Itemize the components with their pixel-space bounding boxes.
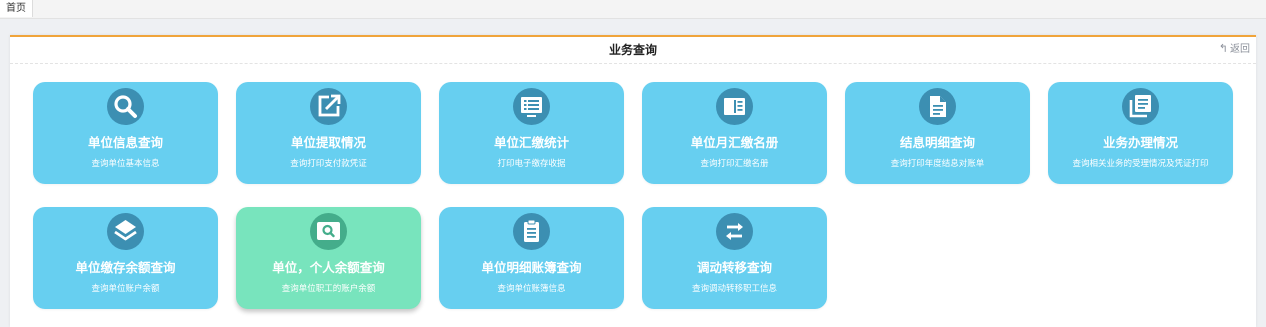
tile-title: 业务办理情况 — [1102, 135, 1178, 150]
search-icon — [107, 88, 144, 125]
tile-title: 单位月汇缴名册 — [690, 135, 779, 150]
tile-unit-withdrawal[interactable]: 单位提取情况 查询打印支付款凭证 — [236, 82, 421, 184]
panel-header: 业务查询 ↰ 返回 — [10, 37, 1256, 64]
tile-title: 单位，个人余额查询 — [272, 260, 385, 275]
book-icon — [716, 88, 753, 125]
tile-ledger-detail[interactable]: 单位明细账簿查询 查询单位账簿信息 — [439, 207, 624, 309]
document-icon — [919, 88, 956, 125]
tile-personal-balance[interactable]: 单位，个人余额查询 查询单位职工的账户余额 — [236, 207, 421, 309]
tile-subtitle: 查询调动转移职工信息 — [691, 284, 777, 294]
tile-unit-deposit-balance[interactable]: 单位缴存余额查询 查询单位账户余额 — [33, 207, 218, 309]
tile-subtitle: 查询单位账户余额 — [91, 284, 160, 294]
edit-external-icon — [310, 88, 347, 125]
tile-subtitle: 查询打印支付款凭证 — [290, 159, 367, 169]
tile-subtitle: 查询打印汇缴名册 — [700, 159, 769, 169]
back-button[interactable]: ↰ 返回 — [1219, 42, 1250, 56]
layers-icon — [107, 213, 144, 250]
tile-title: 调动转移查询 — [696, 260, 772, 275]
monitor-list-icon — [513, 88, 550, 125]
tab-bar: 首页 — [0, 0, 1266, 19]
image-search-icon — [310, 213, 347, 250]
tile-interest-detail[interactable]: 结息明细查询 查询打印年度结息对账单 — [845, 82, 1030, 184]
tile-monthly-roster[interactable]: 单位月汇缴名册 查询打印汇缴名册 — [642, 82, 827, 184]
tile-transfer-query[interactable]: 调动转移查询 查询调动转移职工信息 — [642, 207, 827, 309]
tile-subtitle: 打印电子缴存收据 — [497, 159, 566, 169]
tile-title: 单位信息查询 — [87, 135, 163, 150]
stacked-docs-icon — [1122, 88, 1159, 125]
tile-title: 单位提取情况 — [290, 135, 366, 150]
tile-subtitle: 查询单位职工的账户余额 — [281, 284, 376, 294]
back-label: 返回 — [1230, 44, 1250, 55]
tile-subtitle: 查询单位基本信息 — [91, 159, 160, 169]
clipboard-icon — [513, 213, 550, 250]
page-title: 业务查询 — [608, 43, 657, 57]
tile-subtitle: 查询打印年度结息对账单 — [890, 159, 985, 169]
back-arrow-icon: ↰ — [1218, 42, 1228, 55]
tile-business-handling[interactable]: 业务办理情况 查询相关业务的受理情况及凭证打印 — [1048, 82, 1233, 184]
tile-title: 单位明细账簿查询 — [481, 260, 582, 275]
tile-unit-payment-stats[interactable]: 单位汇缴统计 打印电子缴存收据 — [439, 82, 624, 184]
tile-unit-info-query[interactable]: 单位信息查询 查询单位基本信息 — [33, 82, 218, 184]
tile-subtitle: 查询单位账簿信息 — [497, 284, 566, 294]
tile-title: 结息明细查询 — [899, 135, 975, 150]
tile-title: 单位缴存余额查询 — [75, 260, 176, 275]
business-query-panel: 业务查询 ↰ 返回 单位信息查询 查询单位基本信息 单位提取情况 查询打印支付款凭… — [10, 35, 1256, 327]
transfer-icon — [716, 213, 753, 250]
tile-subtitle: 查询相关业务的受理情况及凭证打印 — [1072, 159, 1209, 169]
tab-home[interactable]: 首页 — [0, 0, 33, 17]
tile-title: 单位汇缴统计 — [493, 135, 569, 150]
